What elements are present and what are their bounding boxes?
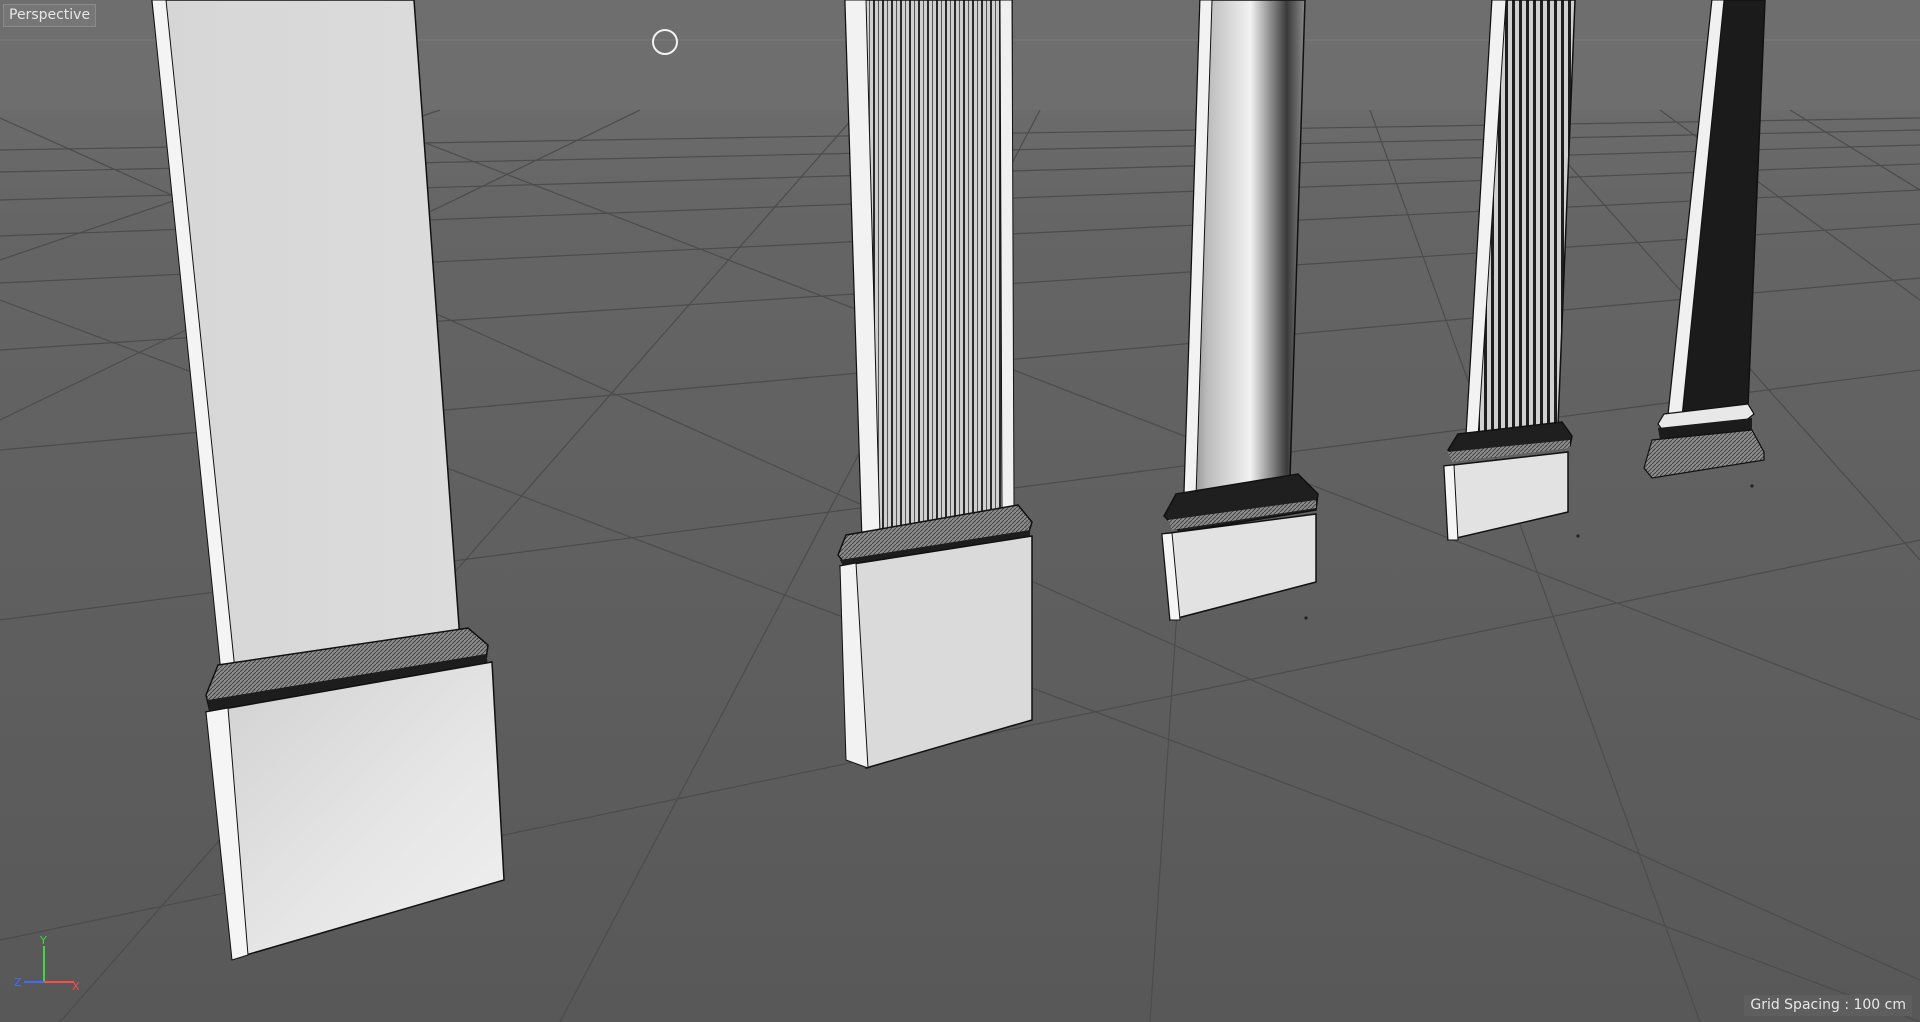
viewport-perspective[interactable]: Perspective Y Z X Grid Spacing : 100 cm — [0, 0, 1920, 1022]
scene-canvas[interactable] — [0, 0, 1920, 1022]
axis-gizmo-icon: Y Z X — [14, 934, 80, 993]
pilaster-2-edge-right — [999, 0, 1015, 511]
axis-y-label: Y — [39, 934, 47, 947]
axis-z-label: Z — [14, 976, 22, 989]
axis-x-label: X — [72, 980, 80, 993]
cursor-ring-icon — [652, 29, 678, 55]
pilaster-2 — [837, 0, 1033, 769]
view-name-label[interactable]: Perspective — [3, 4, 97, 27]
grid-spacing-readout: Grid Spacing : 100 cm — [1744, 995, 1912, 1016]
